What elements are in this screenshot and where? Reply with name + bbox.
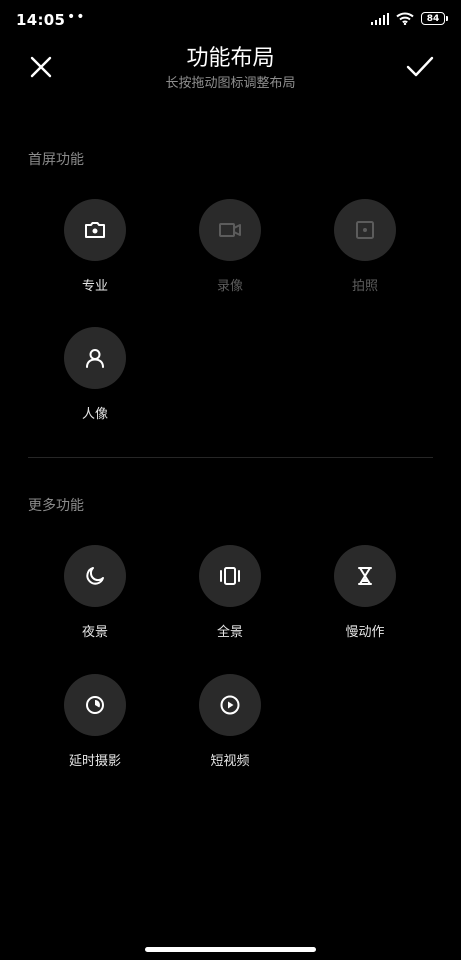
battery-icon: 84 [421, 12, 448, 25]
home-indicator[interactable] [145, 947, 316, 952]
check-icon [406, 56, 434, 77]
portrait-icon [86, 349, 104, 368]
notification-dots: •• [67, 9, 86, 25]
video-icon [219, 223, 241, 237]
home-section-title: 首屏功能 [28, 152, 84, 168]
panorama-icon [220, 567, 240, 585]
section-divider [28, 457, 433, 458]
item-label: 慢动作 [345, 625, 385, 640]
status-bar: 14:05 •• 84 [0, 0, 461, 40]
item-label: 延时摄影 [68, 754, 121, 769]
more-item-shortvideo[interactable]: 短视频 [170, 674, 290, 769]
header: 功能布局 长按拖动图标调整布局 [0, 40, 461, 110]
item-circle [199, 199, 261, 261]
battery-level: 84 [426, 13, 440, 24]
more-item-panorama[interactable]: 全景 [170, 545, 290, 640]
item-circle [334, 545, 396, 607]
home-item-pro[interactable]: 专业 [35, 199, 155, 294]
item-circle [199, 545, 261, 607]
home-item-photo: 拍照 [305, 199, 425, 294]
item-label: 拍照 [351, 279, 378, 294]
more-item-slowmo[interactable]: 慢动作 [305, 545, 425, 640]
page-subtitle: 长按拖动图标调整布局 [165, 76, 296, 91]
item-label: 录像 [216, 279, 243, 294]
more-section-title: 更多功能 [28, 498, 84, 514]
page-title: 功能布局 [186, 46, 275, 71]
item-label: 短视频 [210, 754, 250, 769]
item-circle [64, 199, 126, 261]
hourglass-icon [358, 567, 372, 585]
play-icon [220, 695, 240, 715]
item-label: 全景 [216, 625, 243, 640]
home-item-video: 录像 [170, 199, 290, 294]
item-circle [199, 674, 261, 736]
signal-icon [371, 12, 389, 25]
moon-icon [86, 567, 104, 585]
system-icons: 84 [371, 12, 448, 25]
home-item-portrait[interactable]: 人像 [35, 327, 155, 422]
camera-icon [85, 222, 105, 238]
item-label: 夜景 [81, 625, 108, 640]
timelapse-icon [86, 696, 104, 714]
more-item-timelapse[interactable]: 延时摄影 [35, 674, 155, 769]
item-circle [64, 674, 126, 736]
item-circle [64, 545, 126, 607]
photo-icon [356, 221, 374, 239]
item-circle [64, 327, 126, 389]
item-circle [334, 199, 396, 261]
confirm-button[interactable] [405, 52, 435, 82]
status-time: 14:05 [16, 11, 66, 29]
item-label: 专业 [81, 279, 108, 294]
more-item-night[interactable]: 夜景 [35, 545, 155, 640]
item-label: 人像 [81, 407, 108, 422]
wifi-icon [396, 12, 414, 25]
